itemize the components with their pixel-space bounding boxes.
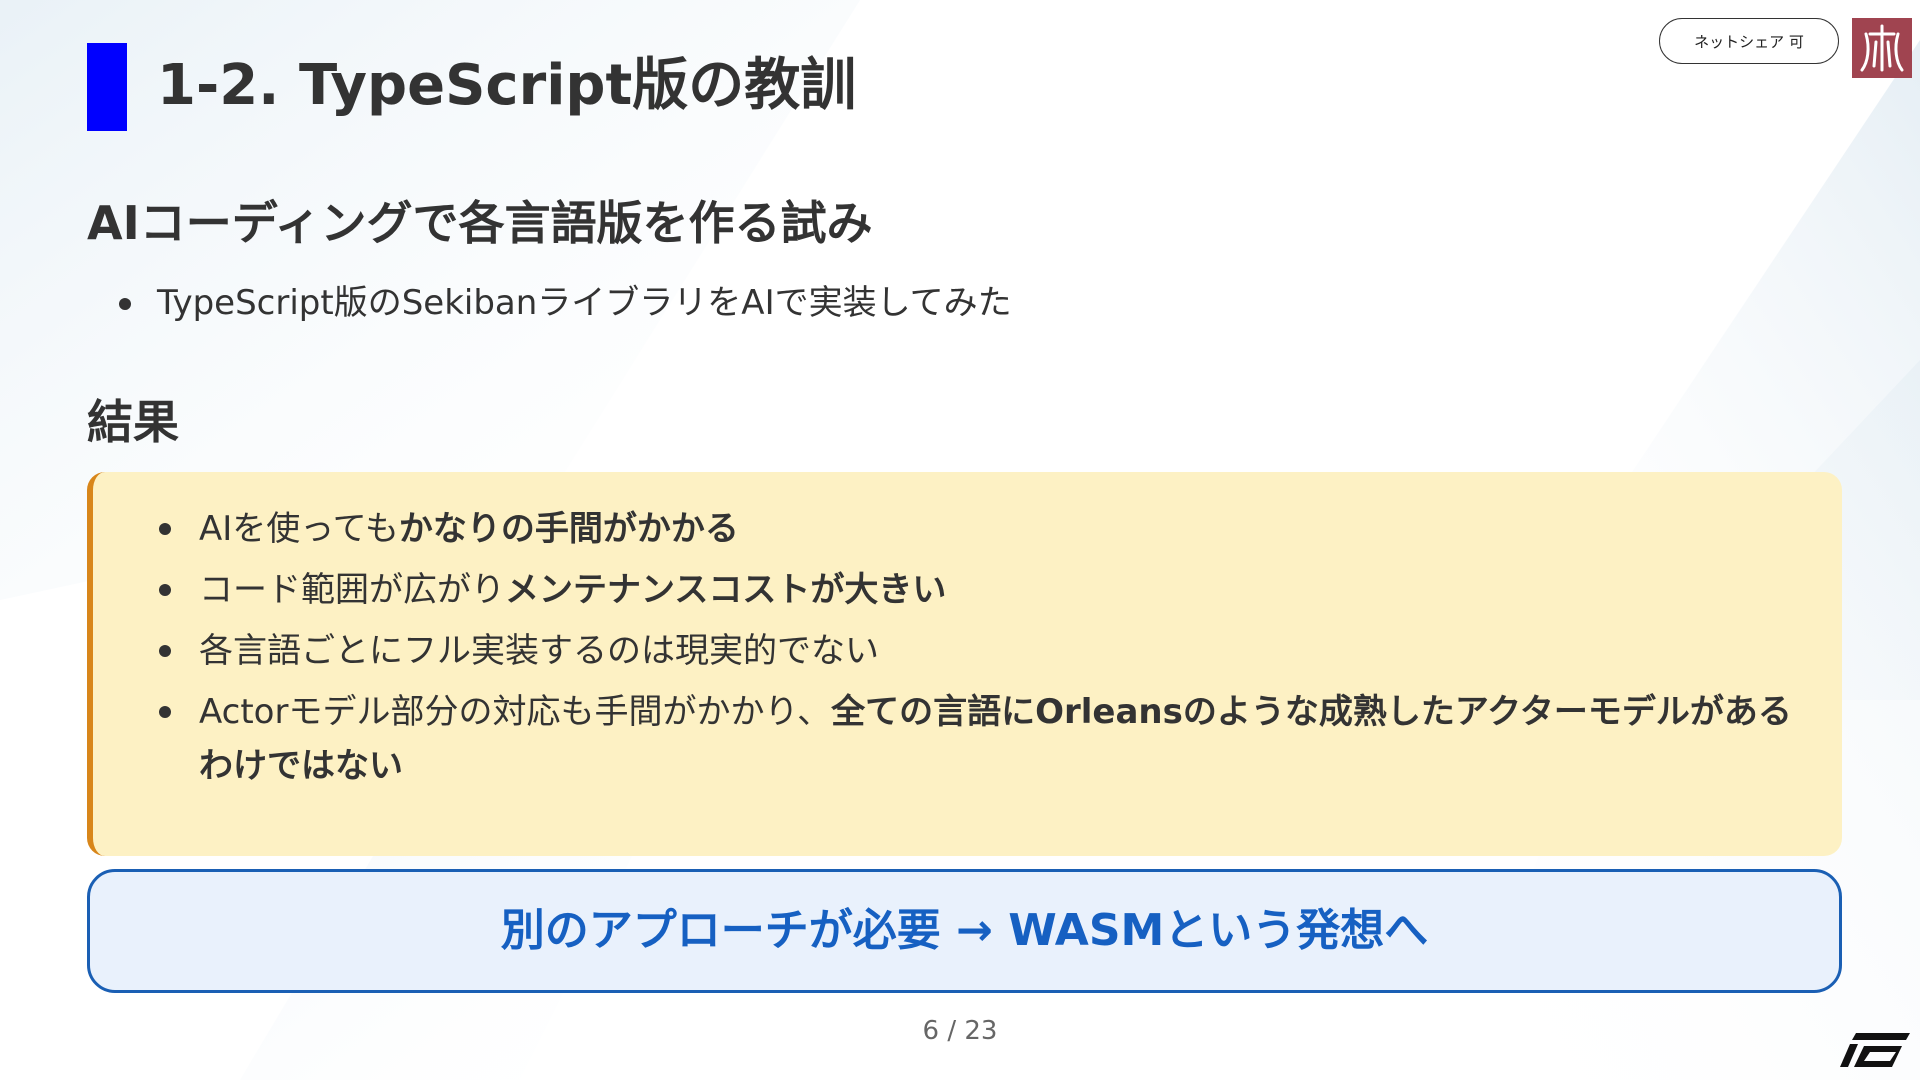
list-item: Actorモデル部分の対応も手間がかかり、全ての言語にOrleansのような成熟… — [159, 685, 1799, 793]
list-item-emphasis: かなりの手間がかかる — [398, 509, 739, 549]
bullet-dot-icon — [159, 706, 171, 718]
list-item: コード範囲が広がりメンテナンスコストが大きい — [159, 563, 1799, 617]
bullet-dot-icon — [159, 645, 171, 657]
conclusion-callout: 別のアプローチが必要 → WASMという発想へ — [87, 869, 1842, 993]
title-accent-bar — [87, 43, 127, 131]
list-item-text: TypeScript版のSekibanライブラリをAIで実装してみた — [157, 283, 1012, 323]
page-number: 6 / 23 — [922, 1016, 998, 1046]
attempt-list: TypeScript版のSekibanライブラリをAIで実装してみた — [87, 274, 1012, 332]
slanted-stripes-logo-icon — [1840, 1033, 1910, 1067]
list-item-text: AIを使っても — [199, 509, 399, 549]
list-item: 各言語ごとにフル実装するのは現実的でない — [159, 624, 1799, 678]
list-item: AIを使ってもかなりの手間がかかる — [159, 502, 1799, 556]
list-item: TypeScript版のSekibanライブラリをAIで実装してみた — [87, 274, 1012, 332]
bullet-dot-icon — [159, 523, 171, 535]
result-list: AIを使ってもかなりの手間がかかる コード範囲が広がりメンテナンスコストが大きい… — [159, 502, 1799, 800]
page-title: 1-2. TypeScript版の教訓 — [157, 53, 857, 118]
list-item-emphasis: メンテナンスコストが大きい — [505, 570, 947, 610]
section-heading-attempt: AIコーディングで各言語版を作る試み — [87, 196, 873, 250]
list-item-text: Actorモデル部分の対応も手間がかかり、 — [199, 692, 832, 732]
list-item-text: 各言語ごとにフル実装するのは現実的でない — [199, 631, 879, 671]
bullet-dot-icon — [119, 298, 131, 310]
kanji-seal-logo-icon — [1852, 18, 1912, 78]
section-heading-result: 結果 — [87, 395, 179, 449]
slide: 1-2. TypeScript版の教訓 ネットシェア 可 AIコーディングで各言… — [0, 0, 1920, 1080]
share-badge: ネットシェア 可 — [1659, 18, 1839, 64]
result-callout: AIを使ってもかなりの手間がかかる コード範囲が広がりメンテナンスコストが大きい… — [87, 472, 1842, 856]
bullet-dot-icon — [159, 584, 171, 596]
list-item-text: コード範囲が広がり — [199, 570, 505, 610]
